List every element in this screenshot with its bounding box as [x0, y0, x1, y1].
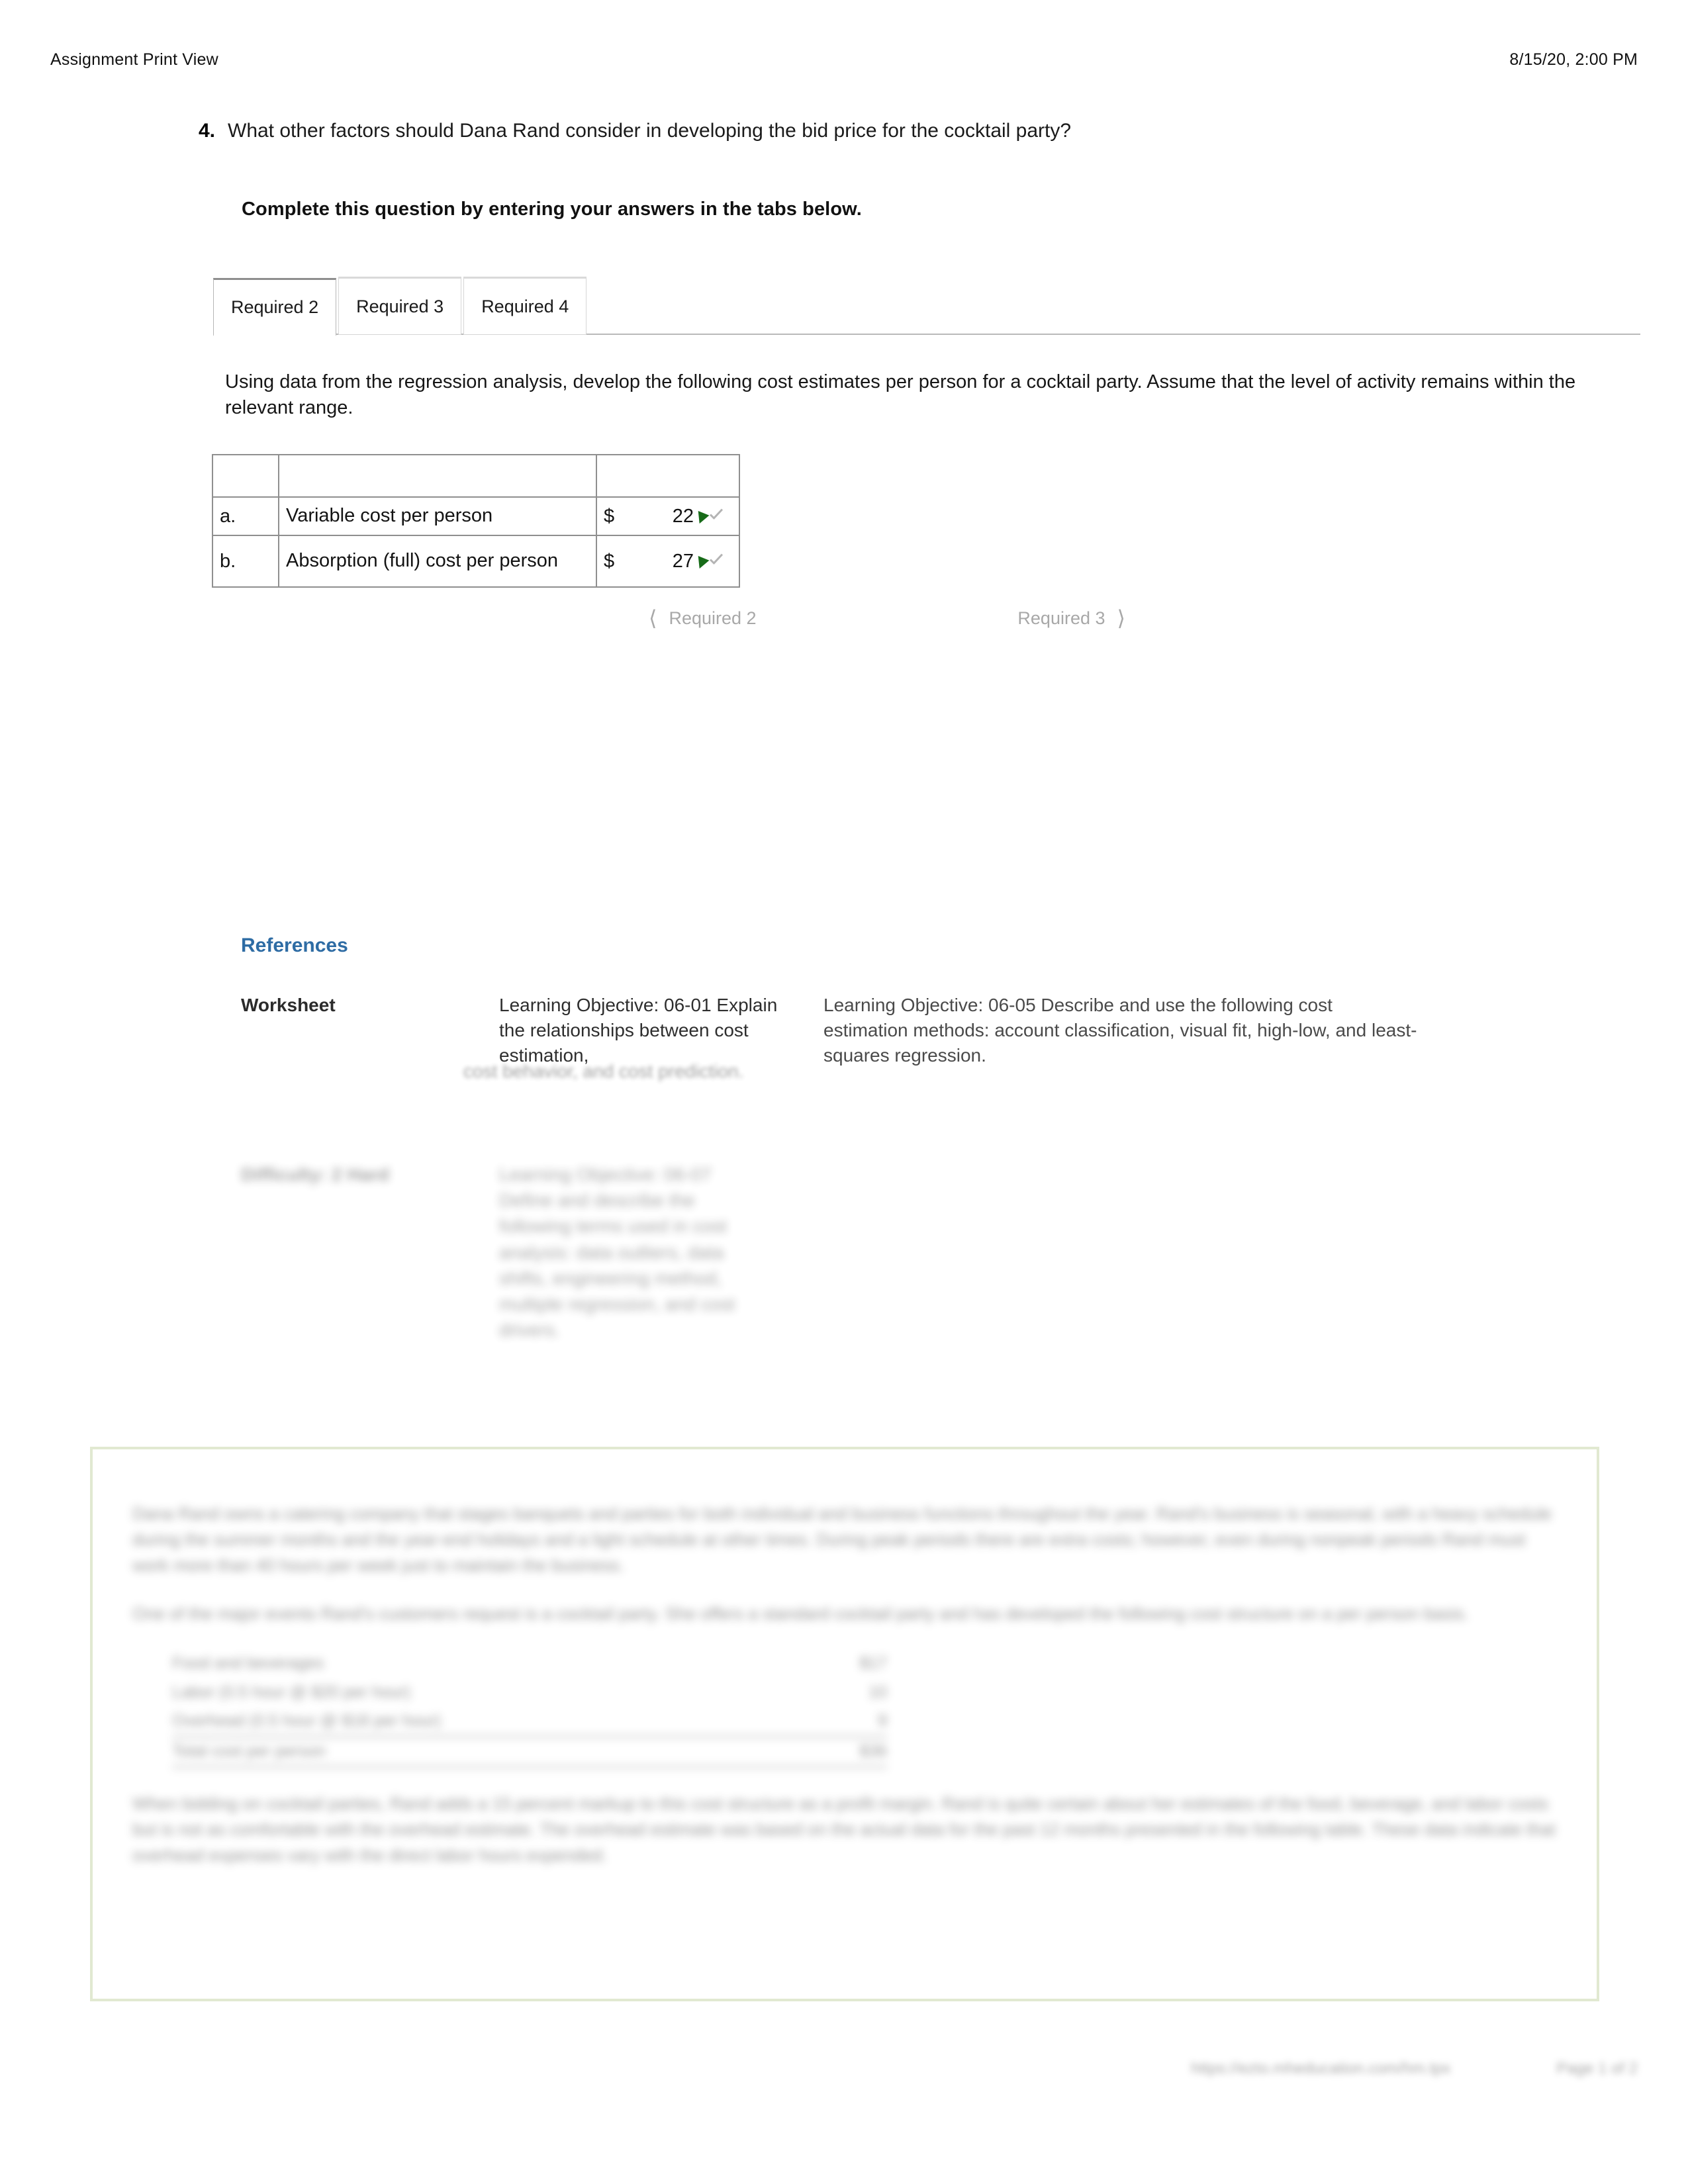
page-footer-page-number: Page 1 of 2	[1556, 2060, 1638, 2077]
answer-table: a. Variable cost per person $ 22 b. Abso…	[212, 454, 740, 588]
tab-required-3[interactable]: Required 3	[338, 277, 462, 335]
chevron-left-icon: ⟨	[649, 606, 657, 631]
currency-symbol-b: $	[604, 550, 615, 572]
tab-required-2-label: Required 2	[231, 297, 319, 317]
row-description-a: Variable cost per person	[278, 496, 597, 536]
page-header-title: Assignment Print View	[50, 50, 218, 69]
question-number: 4.	[199, 120, 216, 142]
currency-symbol-a: $	[604, 505, 615, 527]
reference-objective-b: Learning Objective: 06-05 Describe and u…	[823, 995, 1417, 1066]
chevron-right-icon: ⟩	[1117, 606, 1125, 631]
table-header-row	[212, 454, 740, 498]
page-footer-right: https://ezto.mheducation.com/hm.tpx Page…	[1191, 2060, 1638, 2078]
reference-objective-a: Learning Objective: 06-01 Explain the re…	[499, 995, 778, 1066]
answer-value-b: 27	[672, 550, 694, 572]
cost-item-2: Overhead (0.5 hour @ $18 per hour)	[172, 1711, 442, 1730]
cost-item-3: Total cost per person	[172, 1735, 768, 1768]
question-block: 4. What other factors should Dana Rand c…	[199, 118, 1556, 144]
reference-objective-a-continued: cost behavior, and cost prediction.	[463, 1061, 744, 1081]
tab-strip: Required 2 Required 3 Required 4	[213, 275, 1640, 336]
tab-list: Required 2 Required 3 Required 4	[213, 277, 587, 336]
check-icon	[709, 508, 725, 524]
row-label-b: b.	[212, 535, 279, 588]
table-row: Labor (0.5 hour @ $20 per hour) 10	[172, 1678, 887, 1707]
row-value-cell-b[interactable]: $ 27	[596, 535, 740, 588]
cost-amount-1: 10	[868, 1682, 887, 1702]
nav-prev-required-2[interactable]: ⟨ Required 2	[649, 608, 757, 629]
header-cell-value	[596, 454, 740, 498]
table-row: a. Variable cost per person $ 22	[212, 496, 740, 536]
panel-navigation: ⟨ Required 2 Required 3 ⟩	[649, 608, 1125, 629]
problem-statement-content: Dana Rand owns a catering company that s…	[93, 1449, 1597, 1999]
page-footer-url: https://ezto.mheducation.com/hm.tpx	[1191, 2060, 1451, 2077]
cost-item-1: Labor (0.5 hour @ $20 per hour)	[172, 1682, 411, 1702]
cost-amount-2: 9	[878, 1711, 887, 1730]
problem-paragraph-1: Dana Rand owns a catering company that s…	[132, 1504, 1552, 1575]
nav-next-required-3[interactable]: Required 3 ⟩	[1017, 608, 1125, 629]
panel-prompt: Using data from the regression analysis,…	[225, 371, 1576, 418]
nav-prev-label: Required 2	[669, 608, 757, 628]
cost-amount-0: $17	[859, 1654, 887, 1672]
cost-item-0: Food and beverages	[172, 1654, 324, 1672]
table-row: Overhead (0.5 hour @ $18 per hour) 9	[172, 1707, 887, 1737]
table-row: Food and beverages $17	[172, 1649, 887, 1678]
problem-paragraph-2: One of the major events Rand's customers…	[132, 1604, 1469, 1623]
table-row-total: Total cost per person $36	[172, 1735, 887, 1768]
nav-next-label: Required 3	[1017, 608, 1105, 628]
question-text: What other factors should Dana Rand cons…	[228, 120, 1072, 142]
problem-statement-box: Dana Rand owns a catering company that s…	[90, 1447, 1599, 2001]
tab-required-4[interactable]: Required 4	[463, 277, 587, 335]
page-header: Assignment Print View 8/15/20, 2:00 PM	[50, 48, 1638, 71]
check-icon	[709, 553, 725, 569]
answer-status-b	[694, 553, 732, 571]
row-description-b: Absorption (full) cost per person	[278, 535, 597, 588]
page-footer: https://ezto.mheducation.com/hm.tpx Page…	[50, 2060, 1638, 2078]
problem-paragraph-3: When bidding on cocktail parties, Rand a…	[132, 1794, 1556, 1865]
answer-value-a: 22	[672, 505, 694, 527]
header-cell-label	[212, 454, 279, 498]
table-row: b. Absorption (full) cost per person $ 2…	[212, 535, 740, 588]
cost-amount-3: $36	[768, 1735, 887, 1768]
row-label-a: a.	[212, 496, 279, 536]
references-heading: References	[241, 934, 348, 956]
complete-question-instruction: Complete this question by entering your …	[242, 199, 862, 220]
reference-objective-a-2: Learning Objective: 06-07 Define and des…	[499, 1164, 735, 1341]
problem-cost-table: Food and beverages $17 Labor (0.5 hour @…	[172, 1649, 887, 1768]
header-cell-description	[278, 454, 597, 498]
tab-required-3-label: Required 3	[356, 296, 444, 316]
correct-marker-icon	[694, 555, 710, 571]
answer-status-a	[694, 508, 732, 526]
page-header-timestamp: 8/15/20, 2:00 PM	[1509, 50, 1638, 69]
references-grid-obscured: Difficulty: 2 Hard Learning Objective: 0…	[241, 1161, 1035, 1343]
reference-label-worksheet: Worksheet	[241, 995, 336, 1015]
row-value-cell-a[interactable]: $ 22	[596, 496, 740, 536]
tab-required-4-label: Required 4	[481, 296, 569, 316]
references-grid: Worksheet Learning Objective: 06-01 Expl…	[241, 993, 1432, 1068]
tab-required-2[interactable]: Required 2	[213, 278, 337, 336]
correct-marker-icon	[694, 510, 710, 526]
reference-label-difficulty: Difficulty: 2 Hard	[241, 1164, 390, 1185]
